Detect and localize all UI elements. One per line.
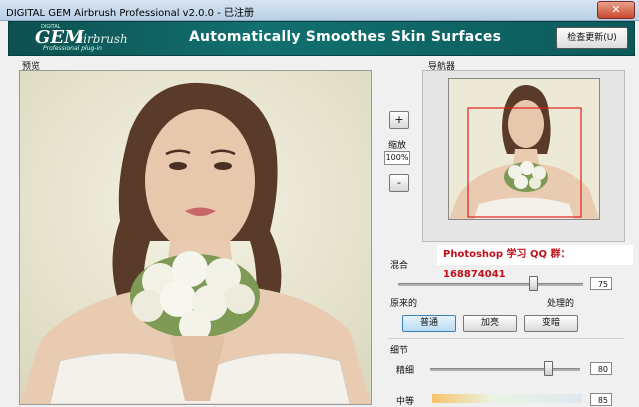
watermark-text: Photoshop 学习 QQ 群：168874041 bbox=[437, 245, 633, 280]
detail-label: 细节 bbox=[390, 346, 409, 356]
zoom-in-button[interactable]: + bbox=[389, 111, 409, 129]
detail-fine-value-field[interactable]: 80 bbox=[590, 362, 612, 375]
detail-fine-label: 精细 bbox=[396, 366, 415, 376]
detail-medium-value-field[interactable]: 85 bbox=[590, 393, 612, 406]
check-update-button[interactable]: 检查更新(U) bbox=[556, 27, 628, 49]
blend-original-label: 原来的 bbox=[390, 299, 418, 309]
banner-slogan: Automatically Smoothes Skin Surfaces bbox=[189, 29, 502, 45]
blend-slider-track[interactable] bbox=[398, 283, 583, 286]
blend-mode-normal-button[interactable]: 普通 bbox=[402, 315, 456, 332]
title-bar: DIGITAL GEM Airbrush Professional v2.0.0… bbox=[0, 0, 639, 21]
detail-medium-label: 中等 bbox=[396, 397, 415, 407]
blend-mode-lighten-button[interactable]: 加亮 bbox=[463, 315, 517, 332]
detail-fine-slider-track[interactable] bbox=[430, 368, 580, 371]
blend-value-field[interactable]: 75 bbox=[590, 277, 612, 290]
portrait-photo bbox=[20, 71, 371, 404]
header-banner: DIGITAL GEM airbrush Professional plug-i… bbox=[8, 21, 635, 56]
navigator-thumbnail[interactable] bbox=[448, 78, 600, 220]
blend-processed-label: 处理的 bbox=[547, 299, 575, 309]
blend-label: 混合 bbox=[390, 261, 409, 271]
section-divider bbox=[388, 338, 624, 339]
zoom-label: 缩放 bbox=[388, 141, 407, 151]
blend-mode-darken-button[interactable]: 变暗 bbox=[524, 315, 578, 332]
logo-airbrush-text: airbrush bbox=[76, 32, 128, 46]
logo-subtitle: Professional plug-in bbox=[43, 45, 102, 52]
navigator-photo bbox=[449, 79, 599, 219]
zoom-out-button[interactable]: - bbox=[389, 174, 409, 192]
detail-medium-slider-track[interactable] bbox=[432, 394, 582, 403]
gem-airbrush-logo: DIGITAL GEM airbrush Professional plug-i… bbox=[23, 24, 133, 53]
blend-slider-thumb[interactable] bbox=[529, 276, 539, 291]
zoom-value[interactable]: 100% bbox=[384, 151, 410, 165]
preview-image[interactable] bbox=[19, 70, 372, 405]
window-title: DIGITAL GEM Airbrush Professional v2.0.0… bbox=[6, 8, 255, 19]
close-button[interactable]: ✕ bbox=[597, 1, 635, 19]
detail-fine-slider-thumb[interactable] bbox=[543, 361, 553, 376]
